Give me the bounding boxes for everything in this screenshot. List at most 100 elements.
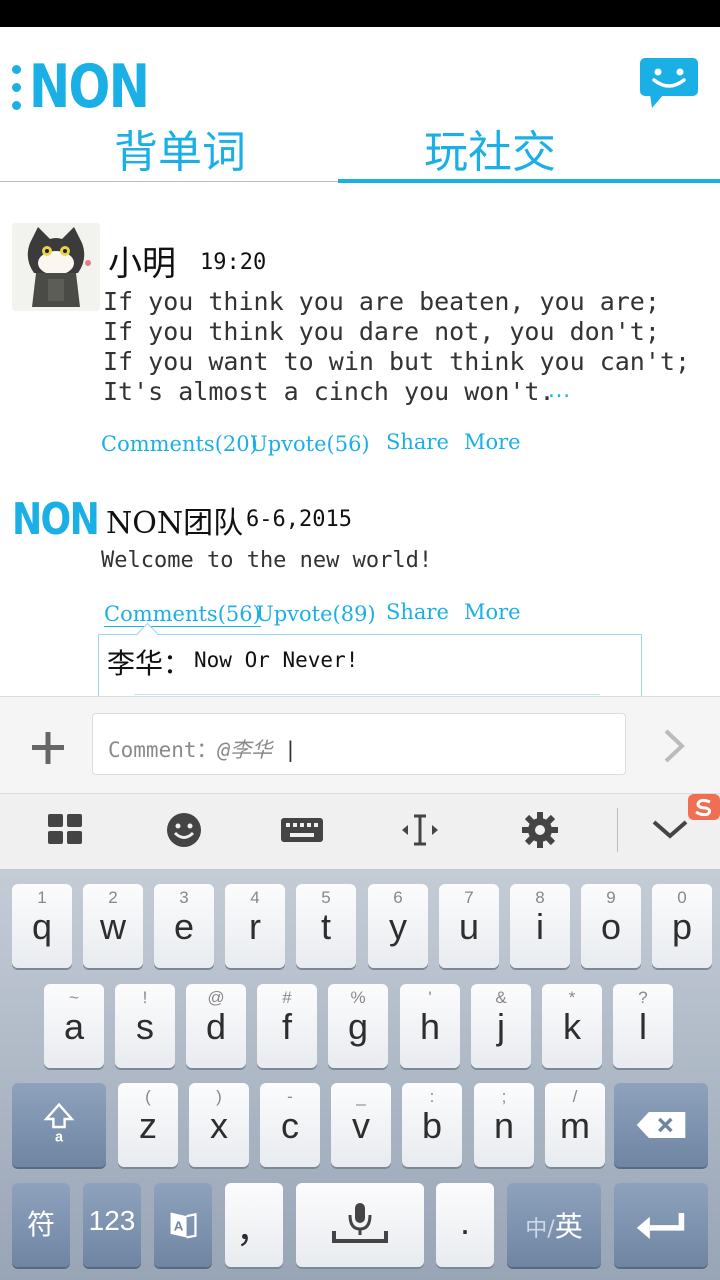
upvote-link[interactable]: Upvote(56) <box>250 432 370 456</box>
keyboard-icon[interactable] <box>280 808 324 852</box>
key-label: c <box>281 1105 299 1146</box>
post-username[interactable]: 小明 <box>108 236 176 285</box>
key-l[interactable]: ? l <box>613 984 673 1068</box>
share-link[interactable]: Share <box>386 430 449 454</box>
share-link[interactable]: Share <box>386 600 449 624</box>
key-hint: 3 <box>179 888 189 907</box>
key-hint: ! <box>142 988 148 1007</box>
key-n[interactable]: ; n <box>474 1083 534 1167</box>
cursor-icon[interactable] <box>398 808 442 852</box>
upvote-link[interactable]: Upvote(89) <box>256 602 376 626</box>
more-link[interactable]: More <box>464 430 521 454</box>
space-voice-key[interactable] <box>296 1183 424 1267</box>
toolbar-divider <box>617 808 618 852</box>
add-icon[interactable] <box>28 728 68 768</box>
key-label: d <box>205 1006 227 1047</box>
collapse-icon[interactable] <box>648 808 692 852</box>
comma-key[interactable]: ， <box>225 1183 283 1267</box>
comments-link-active[interactable]: Comments(56) <box>104 602 261 627</box>
key-label: o <box>600 906 622 947</box>
key-q[interactable]: 1q <box>12 884 72 968</box>
chat-icon[interactable] <box>640 58 698 108</box>
key-b[interactable]: :b <box>402 1083 462 1167</box>
tab-social[interactable]: 玩社交 <box>340 124 640 182</box>
key-r[interactable]: 4r <box>225 884 285 968</box>
key-hint: / <box>572 1087 578 1106</box>
key-label: j <box>497 1006 505 1047</box>
period-key[interactable]: . <box>436 1183 494 1267</box>
symbols-key[interactable]: 符 <box>12 1183 70 1267</box>
key-o[interactable]: 9o <box>581 884 641 968</box>
more-link[interactable]: More <box>464 600 521 624</box>
key-hint: 9 <box>606 888 616 907</box>
key-t[interactable]: 5t <box>296 884 356 968</box>
key-s[interactable]: ! s <box>115 984 175 1068</box>
key-label: z <box>139 1105 157 1146</box>
mention-text: @李华 <box>217 738 273 762</box>
send-chevron-icon[interactable] <box>660 728 688 764</box>
tab-vocabulary[interactable]: 背单词 <box>0 124 360 182</box>
menu-dots-icon[interactable] <box>12 64 21 110</box>
svg-text:a: a <box>55 1129 64 1145</box>
key-hint: * <box>568 988 576 1007</box>
post-username[interactable]: NON团队 <box>106 498 243 542</box>
translate-icon: A <box>170 1212 197 1239</box>
app-logo[interactable]: NON <box>12 52 174 122</box>
post-body: If you think you are beaten, you are; If… <box>103 287 690 406</box>
key-j[interactable]: & j <box>471 984 531 1068</box>
emoji-icon[interactable] <box>162 808 206 852</box>
key-label: x <box>210 1105 228 1146</box>
key-c[interactable]: -c <box>260 1083 320 1167</box>
key-hint: 2 <box>108 888 118 907</box>
key-m[interactable]: / m <box>545 1083 605 1167</box>
key-x[interactable]: ) x <box>189 1083 249 1167</box>
key-label: f <box>281 1006 292 1047</box>
backspace-key[interactable] <box>614 1083 708 1167</box>
key-hint: 7 <box>464 888 474 907</box>
key-label: r <box>249 906 261 947</box>
key-v[interactable]: _ v <box>331 1083 391 1167</box>
team-avatar[interactable]: NON <box>12 494 100 545</box>
key-p[interactable]: 0p <box>652 884 712 968</box>
shift-key[interactable]: a <box>12 1083 106 1167</box>
key-f[interactable]: # f <box>257 984 317 1068</box>
sogou-logo-icon <box>688 794 720 820</box>
key-a[interactable]: ~ a <box>44 984 104 1068</box>
input-mode-key[interactable]: A <box>154 1183 212 1267</box>
key-hint: : <box>429 1087 435 1106</box>
key-u[interactable]: 7u <box>439 884 499 968</box>
reply-divider <box>134 694 600 695</box>
key-y[interactable]: 6y <box>368 884 428 968</box>
numbers-key[interactable]: 123 <box>83 1183 141 1267</box>
key-hint: # <box>282 988 292 1007</box>
comments-link[interactable]: Comments(20) <box>101 432 258 456</box>
expand-ellipsis[interactable]: … <box>547 376 573 404</box>
key-k[interactable]: * k <box>542 984 602 1068</box>
key-hint: 5 <box>321 888 331 907</box>
key-label: t <box>320 906 331 947</box>
grid-icon[interactable] <box>44 808 88 852</box>
enter-key[interactable] <box>614 1183 708 1267</box>
key-label: m <box>560 1105 590 1146</box>
key-label: h <box>419 1006 441 1047</box>
key-label: y <box>389 906 407 947</box>
key-i[interactable]: 8i <box>510 884 570 968</box>
settings-icon[interactable] <box>518 808 562 852</box>
key-hint: 1 <box>37 888 47 907</box>
key-label: e <box>173 906 195 947</box>
key-hint: 8 <box>535 888 545 907</box>
key-z[interactable]: (z <box>118 1083 178 1167</box>
key-e[interactable]: 3e <box>154 884 214 968</box>
key-hint: ) <box>216 1087 222 1106</box>
key-d[interactable]: @ d <box>186 984 246 1068</box>
reply-author[interactable]: 李华： <box>107 642 191 682</box>
key-g[interactable]: % g <box>328 984 388 1068</box>
key-w[interactable]: 2w <box>83 884 143 968</box>
key-h[interactable]: ' h <box>400 984 460 1068</box>
key-hint: _ <box>356 1087 366 1106</box>
post-timestamp: 19:20 <box>200 250 267 275</box>
key-hint: ( <box>145 1087 151 1106</box>
cat-avatar[interactable] <box>12 223 100 311</box>
key-label: v <box>352 1105 370 1146</box>
language-switch-key[interactable]: 中/英 <box>507 1183 601 1267</box>
